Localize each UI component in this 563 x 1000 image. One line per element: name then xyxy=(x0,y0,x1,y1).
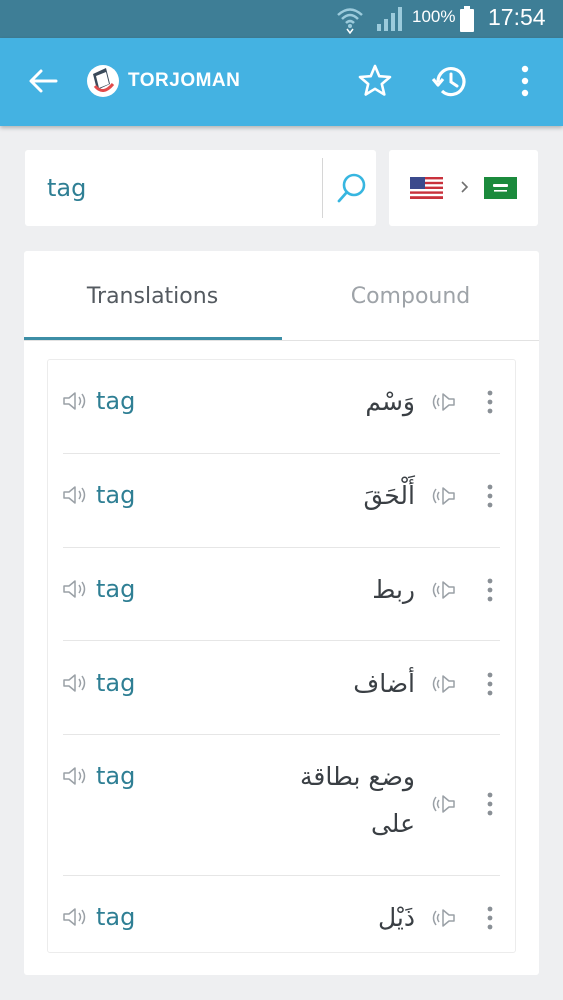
arabic-word: وَسْم xyxy=(365,387,415,416)
list-item: tag وضع بطاقة على xyxy=(48,735,515,876)
more-vert-icon[interactable] xyxy=(482,483,498,509)
source-word: tag xyxy=(96,575,136,603)
speaker-icon[interactable] xyxy=(62,672,88,694)
clock: 17:54 xyxy=(488,4,546,30)
source-word: tag xyxy=(96,903,136,931)
more-vert-icon[interactable] xyxy=(482,577,498,603)
search-divider xyxy=(322,158,323,218)
translation-list: tag وَسْم tag أَلْحَقَ tag ربط tag أضاف … xyxy=(47,359,516,953)
signal-icon xyxy=(377,7,402,31)
language-selector[interactable] xyxy=(389,150,538,226)
history-icon[interactable] xyxy=(432,63,470,101)
arabic-word: ذَيْل xyxy=(377,903,415,932)
tab-bar: Translations Compound xyxy=(24,251,539,341)
status-bar: 100% 17:54 xyxy=(0,0,563,38)
tab-translations[interactable]: Translations xyxy=(24,251,281,341)
speaker-icon[interactable] xyxy=(430,673,456,695)
arabic-word: أضاف xyxy=(353,669,415,698)
list-item: tag ربط xyxy=(48,548,515,641)
list-item: tag وَسْم xyxy=(48,360,515,454)
more-vert-icon[interactable] xyxy=(482,671,498,697)
saudi-flag-icon xyxy=(484,177,517,199)
speaker-icon[interactable] xyxy=(62,906,88,928)
list-item: tag ذَيْل xyxy=(48,876,515,952)
us-flag-icon xyxy=(410,177,443,199)
source-word: tag xyxy=(96,387,136,415)
favorite-star-icon[interactable] xyxy=(357,63,393,99)
speaker-icon[interactable] xyxy=(430,391,456,413)
search-input[interactable] xyxy=(47,168,327,208)
speaker-icon[interactable] xyxy=(430,907,456,929)
speaker-icon[interactable] xyxy=(62,484,88,506)
speaker-icon[interactable] xyxy=(62,578,88,600)
battery-icon xyxy=(460,6,474,32)
arabic-word: وضع بطاقة على xyxy=(300,762,415,838)
source-word: tag xyxy=(96,481,136,509)
source-word: tag xyxy=(96,669,136,697)
more-vert-icon[interactable] xyxy=(482,389,498,415)
torjoman-logo-icon xyxy=(87,65,119,97)
battery-percent: 100% xyxy=(412,7,456,26)
arabic-word: ربط xyxy=(372,575,415,604)
search-icon[interactable] xyxy=(334,170,370,206)
arabic-word: أَلْحَقَ xyxy=(363,481,415,510)
results-panel: Translations Compound tag وَسْم tag أَلْ… xyxy=(24,251,539,975)
active-tab-indicator xyxy=(24,337,282,340)
source-word: tag xyxy=(96,762,136,790)
speaker-icon[interactable] xyxy=(430,485,456,507)
chevron-right-icon xyxy=(461,181,469,193)
speaker-icon[interactable] xyxy=(430,793,456,815)
wifi-icon xyxy=(337,8,363,34)
more-vert-icon[interactable] xyxy=(482,905,498,931)
back-arrow-icon[interactable] xyxy=(26,64,60,98)
tab-compound[interactable]: Compound xyxy=(282,251,539,341)
search-box xyxy=(25,150,376,226)
speaker-icon[interactable] xyxy=(430,579,456,601)
more-vert-icon[interactable] xyxy=(482,791,498,817)
list-item: tag أَلْحَقَ xyxy=(48,454,515,548)
more-vert-icon[interactable] xyxy=(511,63,539,99)
speaker-icon[interactable] xyxy=(62,390,88,412)
list-item: tag أضاف xyxy=(48,641,515,735)
speaker-icon[interactable] xyxy=(62,765,88,787)
app-bar: TORJOMAN xyxy=(0,38,563,126)
app-title: TORJOMAN xyxy=(128,70,241,91)
